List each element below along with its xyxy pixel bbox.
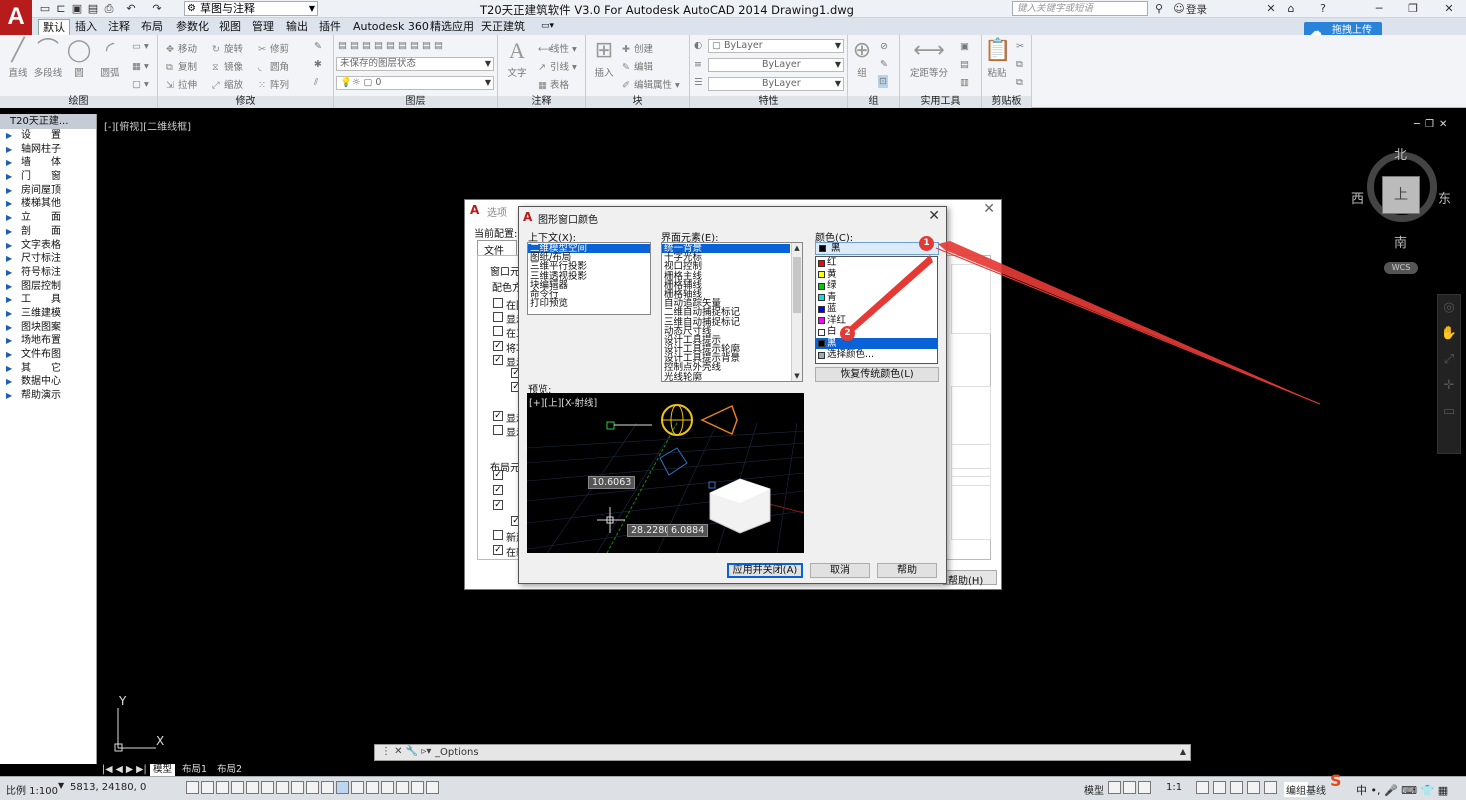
model-space-button[interactable]: 模型 xyxy=(1084,782,1104,797)
workspace-tool-icon[interactable] xyxy=(1196,781,1209,794)
sogou-ime-icon[interactable]: S xyxy=(1330,771,1342,790)
status-toggle-icon[interactable] xyxy=(231,781,244,794)
status-toggle-icon[interactable] xyxy=(351,781,364,794)
status-toggle-icon[interactable] xyxy=(261,781,274,794)
status-toggle-icon[interactable] xyxy=(336,781,349,794)
status-toggle-icon[interactable] xyxy=(321,781,334,794)
annotation-overlay xyxy=(840,241,1321,405)
scale-dropdown[interactable]: 比例 1:100 xyxy=(6,782,58,797)
status-toggle-icon[interactable] xyxy=(186,781,199,794)
status-bar: 比例 1:100 ▼ 5813, 24180, 0 模型 1:1 编组 基线 中… xyxy=(0,776,1466,800)
command-line-controls-icon[interactable]: ⋮ ✕ 🔧 ▹▾ xyxy=(381,746,431,757)
annotation-arrow-2 xyxy=(840,255,933,340)
workspace-tool-icon[interactable] xyxy=(1247,781,1260,794)
status-toggle-icon[interactable] xyxy=(426,781,439,794)
status-toggle-icon[interactable] xyxy=(216,781,229,794)
baseline-toggle[interactable]: 基线 xyxy=(1306,782,1326,797)
status-toggle-icon[interactable] xyxy=(366,781,379,794)
annotation-arrow-1-line xyxy=(935,247,1321,405)
command-line-text[interactable]: _Options xyxy=(435,747,479,758)
layout-view-icon[interactable] xyxy=(1138,781,1151,794)
status-toggle-icon[interactable] xyxy=(246,781,259,794)
status-toggle-icon[interactable] xyxy=(276,781,289,794)
annotation-badge-1: 1 xyxy=(919,236,934,251)
edit-group-toggle[interactable]: 编组 xyxy=(1284,782,1308,797)
status-toggle-icon[interactable] xyxy=(291,781,304,794)
autocad-window: ▭ ⊏ ▣ ▤ ⎙ ↶ ↷ ⚙ 草图与注释 ▼ T20天正建筑软件 V3.0 F… xyxy=(0,0,1466,800)
command-line[interactable]: ⋮ ✕ 🔧 ▹▾ _Options ▲ xyxy=(374,744,1191,761)
tab-layout1[interactable]: 布局1 xyxy=(182,764,207,776)
workspace-tool-icon[interactable] xyxy=(1230,781,1243,794)
layout-tabs: |◀ ◀ ▶ ▶| 模型 布局1 布局2 xyxy=(100,764,1466,776)
tab-layout2[interactable]: 布局2 xyxy=(217,764,242,776)
ime-toolbar-icon[interactable]: 中 •, 🎤 ⌨ 👕 ▦ xyxy=(1356,782,1448,798)
chevron-down-icon[interactable]: ▼ xyxy=(58,781,64,790)
status-toggle-icon[interactable] xyxy=(201,781,214,794)
status-toggle-icon[interactable] xyxy=(396,781,409,794)
annotation-scale[interactable]: 1:1 xyxy=(1166,782,1182,793)
status-toggle-icon[interactable] xyxy=(306,781,319,794)
layout-view-icon[interactable] xyxy=(1108,781,1121,794)
layout-view-icon[interactable] xyxy=(1123,781,1136,794)
status-toggle-icon[interactable] xyxy=(411,781,424,794)
workspace-tool-icon[interactable] xyxy=(1213,781,1226,794)
layout-nav-icon[interactable]: |◀ ◀ ▶ ▶| xyxy=(102,764,147,776)
status-toggle-icon[interactable] xyxy=(381,781,394,794)
annotation-arrow-1 xyxy=(938,241,1320,404)
coordinates-readout[interactable]: 5813, 24180, 0 xyxy=(70,782,146,793)
tab-model[interactable]: 模型 xyxy=(150,764,176,776)
annotation-badge-2: 2 xyxy=(840,326,855,341)
workspace-tool-icon[interactable] xyxy=(1264,781,1277,794)
chevron-up-icon[interactable]: ▲ xyxy=(1180,747,1186,756)
